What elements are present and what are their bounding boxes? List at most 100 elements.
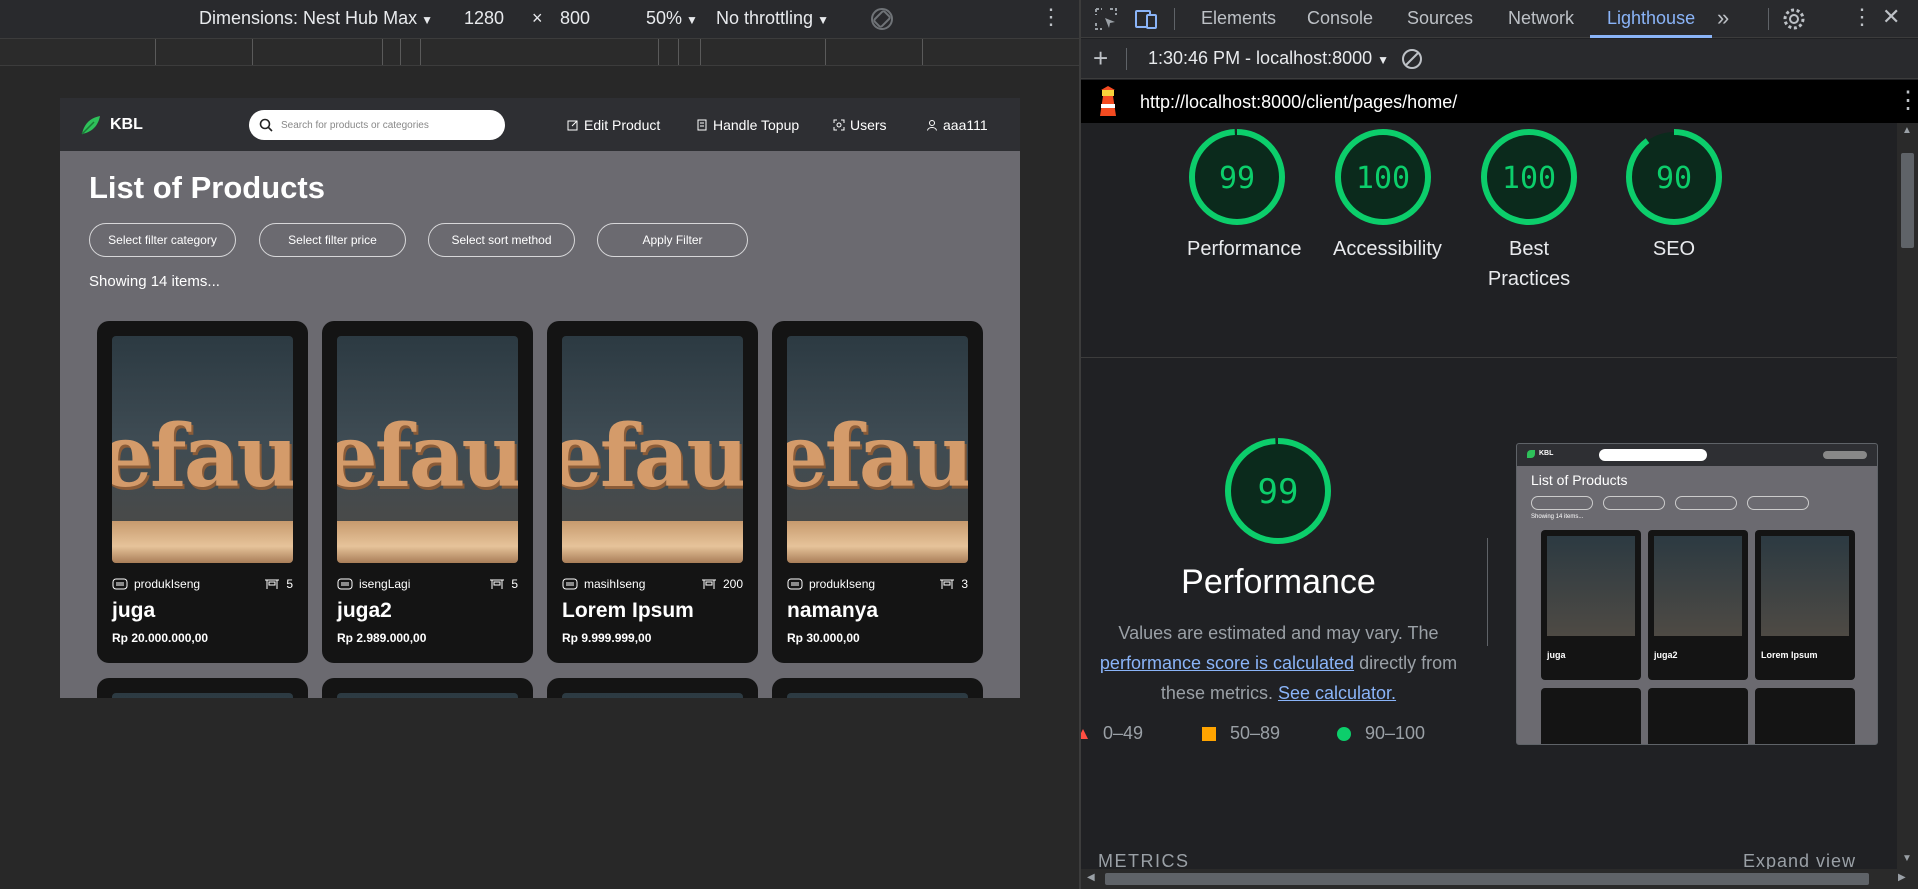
media-query-ruler xyxy=(0,38,1079,66)
customize-devtools-icon[interactable]: ⋮ xyxy=(1851,4,1873,30)
lighthouse-url-bar: http://localhost:8000/client/pages/home/… xyxy=(1081,80,1918,123)
nav-edit-product[interactable]: Edit Product xyxy=(567,117,660,133)
gauge-performance[interactable]: 99 Performance xyxy=(1187,127,1302,264)
edit-icon xyxy=(567,120,578,131)
horizontal-scrollbar[interactable]: ◀ ▶ xyxy=(1081,869,1918,889)
product-category: produkIseng xyxy=(787,577,875,591)
gauge-score: 100 xyxy=(1356,161,1410,196)
toolbar-separator xyxy=(1174,8,1175,30)
product-card[interactable]: efau produkIseng 3 namanya Rp 30.000,00 xyxy=(772,321,983,663)
gauge-score: 100 xyxy=(1502,161,1556,196)
device-dimensions-select[interactable]: Dimensions: Nest Hub Max ▼ xyxy=(199,8,433,29)
product-stock: 5 xyxy=(489,577,518,591)
gauge-best-practices[interactable]: 100 Best Practices xyxy=(1479,127,1579,294)
chevron-down-icon: ▼ xyxy=(1377,53,1390,67)
product-image: efau xyxy=(787,336,968,563)
expand-view-toggle[interactable]: Expand view xyxy=(1743,851,1856,869)
inspect-element-icon[interactable] xyxy=(1093,6,1119,32)
search-icon xyxy=(259,118,273,132)
screenshot-title: List of Products xyxy=(1531,472,1628,488)
product-card[interactable] xyxy=(97,678,308,698)
apply-filter-button[interactable]: Apply Filter xyxy=(597,223,748,257)
nav-handle-topup[interactable]: Handle Topup xyxy=(696,117,799,133)
screenshot-card-name: Lorem Ipsum xyxy=(1761,650,1818,660)
final-screenshot[interactable]: KBL List of Products Showing 14 items...… xyxy=(1516,443,1878,745)
device-toolbar-toggle-icon[interactable] xyxy=(1133,6,1159,32)
gear-icon[interactable] xyxy=(1781,6,1807,32)
device-toolbar: Dimensions: Nest Hub Max ▼ 1280 × 800 50%… xyxy=(0,0,1079,38)
site-logo[interactable]: KBL xyxy=(80,114,143,136)
ruler-divider xyxy=(825,39,826,65)
rotate-icon[interactable] xyxy=(868,5,896,38)
device-width-input[interactable]: 1280 xyxy=(464,8,504,29)
nav-users[interactable]: Users xyxy=(833,117,887,133)
product-card[interactable] xyxy=(772,678,983,698)
items-count: Showing 14 items... xyxy=(89,273,220,290)
sort-method-button[interactable]: Select sort method xyxy=(428,223,575,257)
report-menu-icon[interactable]: ⋮ xyxy=(1896,86,1918,115)
tab-elements[interactable]: Elements xyxy=(1201,8,1276,29)
lighthouse-icon xyxy=(1100,86,1116,116)
tab-console[interactable]: Console xyxy=(1307,8,1373,29)
product-name: juga xyxy=(112,599,156,622)
chevron-down-icon: ▼ xyxy=(686,13,698,27)
score-calculation-link[interactable]: performance score is calculated xyxy=(1100,653,1354,673)
product-meta: masihIseng 200 xyxy=(562,577,743,591)
gauge-label: Performance xyxy=(1187,238,1302,260)
calculator-link[interactable]: See calculator. xyxy=(1278,683,1396,703)
ruler-divider xyxy=(922,39,923,65)
scroll-right-icon[interactable]: ▶ xyxy=(1898,872,1906,883)
zoom-select[interactable]: 50% ▼ xyxy=(646,8,698,29)
product-image xyxy=(562,693,743,698)
product-stock: 5 xyxy=(264,577,293,591)
clear-icon[interactable] xyxy=(1401,48,1423,70)
nav-account-label: aaa111 xyxy=(943,117,988,133)
more-tabs-icon[interactable]: » xyxy=(1717,5,1729,31)
filter-price-button[interactable]: Select filter price xyxy=(259,223,406,257)
product-card[interactable] xyxy=(547,678,758,698)
product-card[interactable]: efau masihIseng 200 Lorem Ipsum Rp 9.999… xyxy=(547,321,758,663)
legend-fail: 0–49 xyxy=(1081,723,1143,744)
close-icon[interactable]: ✕ xyxy=(1882,4,1900,30)
category-icon xyxy=(787,578,803,590)
legend-average-label: 50–89 xyxy=(1230,723,1281,743)
ruler-divider xyxy=(155,39,156,65)
vertical-scrollbar[interactable]: ▲ ▼ xyxy=(1897,123,1918,869)
section-divider xyxy=(1081,357,1897,358)
ruler-divider xyxy=(678,39,679,65)
product-image xyxy=(112,693,293,698)
tab-sources[interactable]: Sources xyxy=(1407,8,1473,29)
scrollbar-thumb[interactable] xyxy=(1901,153,1914,248)
report-selector[interactable]: 1:30:46 PM - localhost:8000 ▼ xyxy=(1148,48,1389,69)
nav-users-label: Users xyxy=(850,117,887,133)
search-input[interactable] xyxy=(281,119,491,131)
users-icon xyxy=(833,119,845,131)
product-card[interactable]: efau isengLagi 5 juga2 Rp 2.989.000,00 xyxy=(322,321,533,663)
scrollbar-thumb[interactable] xyxy=(1105,873,1869,885)
scroll-left-icon[interactable]: ◀ xyxy=(1087,872,1095,883)
product-stock-value: 200 xyxy=(722,577,743,591)
product-card[interactable]: efau produkIseng 5 juga Rp 20.000.000,00 xyxy=(97,321,308,663)
image-word: efau xyxy=(337,406,518,507)
throttling-select[interactable]: No throttling ▼ xyxy=(716,8,829,29)
product-stock-value: 5 xyxy=(511,577,518,591)
scroll-down-icon[interactable]: ▼ xyxy=(1902,853,1912,864)
screenshot-card: juga xyxy=(1541,530,1641,680)
scroll-up-icon[interactable]: ▲ xyxy=(1902,125,1912,136)
devtools-panel: Elements Console Sources Network Lightho… xyxy=(1081,0,1918,889)
gauge-seo[interactable]: 90 SEO xyxy=(1624,127,1724,264)
tab-lighthouse[interactable]: Lighthouse xyxy=(1607,8,1695,29)
product-card[interactable] xyxy=(322,678,533,698)
tab-network[interactable]: Network xyxy=(1508,8,1574,29)
performance-gauge: 99 xyxy=(1225,438,1331,544)
device-height-input[interactable]: 800 xyxy=(560,8,590,29)
gauge-accessibility[interactable]: 100 Accessibility xyxy=(1333,127,1442,264)
leaf-logo-icon xyxy=(81,116,100,135)
nav-account[interactable]: aaa111 xyxy=(926,117,988,133)
more-options-icon[interactable]: ⋮ xyxy=(1040,4,1062,30)
document-icon xyxy=(697,119,707,131)
filter-category-button[interactable]: Select filter category xyxy=(89,223,236,257)
product-category-label: produkIseng xyxy=(134,577,201,591)
audited-url[interactable]: http://localhost:8000/client/pages/home/ xyxy=(1140,92,1457,113)
new-report-icon[interactable]: + xyxy=(1093,43,1108,74)
